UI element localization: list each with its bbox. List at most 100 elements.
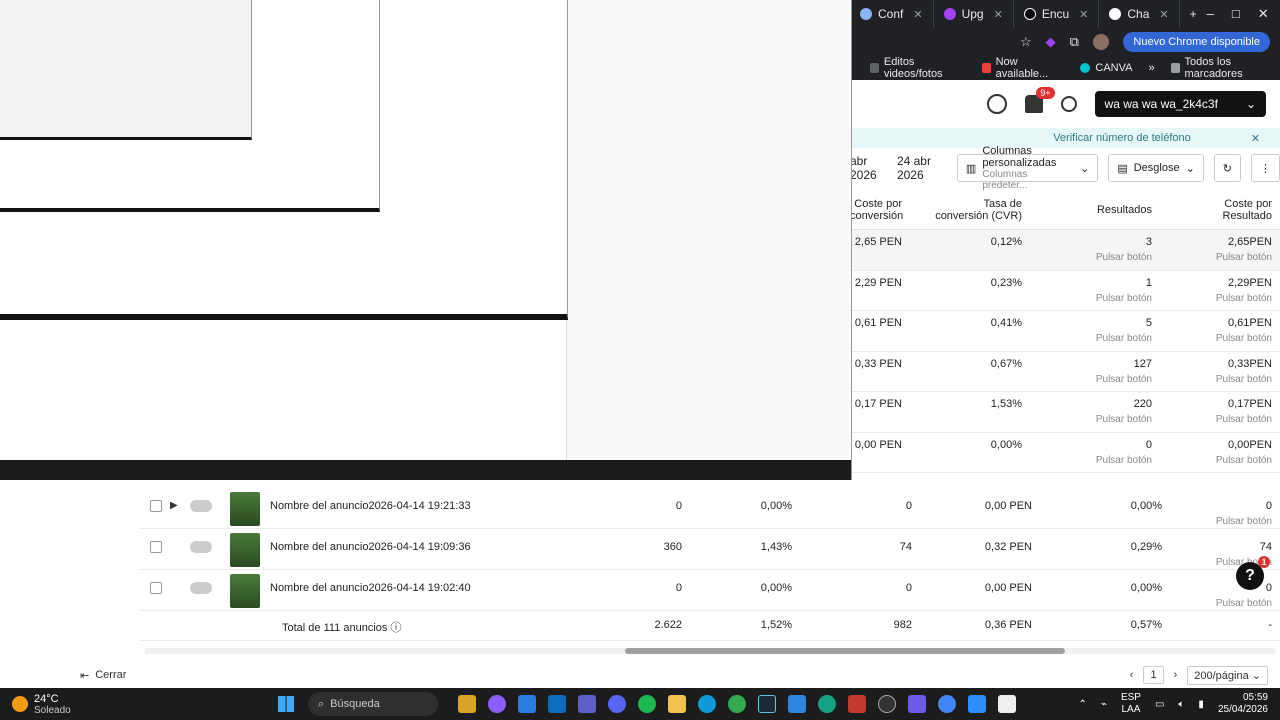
folder-icon[interactable] — [668, 695, 686, 713]
refresh-button[interactable]: ↻ — [1213, 154, 1242, 182]
obs-icon[interactable] — [878, 695, 896, 713]
taskbar-search[interactable]: ⌕ Búsqueda — [308, 692, 438, 716]
ad-name[interactable]: Nombre del anuncio2026-04-14 19:02:40 — [270, 582, 580, 594]
col-header-cost-per-result[interactable]: Coste por Resultado — [1160, 198, 1280, 222]
bookmark-item[interactable]: CANVA — [1080, 62, 1133, 74]
vpn-icon[interactable] — [788, 695, 806, 713]
ad-toggle[interactable] — [190, 541, 212, 553]
info-icon[interactable]: ⓘ — [390, 622, 401, 634]
tab-conf[interactable]: Conf ✕ — [850, 0, 934, 28]
table-row[interactable]: 0,17 PEN 1,53% 220 Pulsar botón 0,17PEN Pulsa… — [850, 392, 1280, 433]
ad-name[interactable]: Nombre del anuncio2026-04-14 19:21:33 — [270, 500, 580, 512]
new-tab-button[interactable]: + — [1180, 0, 1207, 28]
table-row[interactable]: 2,29 PEN 0,23% 1 Pulsar botón 2,29PEN Pulsar … — [850, 271, 1280, 311]
ad-row[interactable]: Nombre del anuncio2026-04-14 19:02:40 0 0,… — [140, 570, 1280, 611]
more-options-button[interactable]: ⋮ — [1251, 154, 1280, 182]
ad-toggle[interactable] — [190, 500, 212, 512]
date-range-end[interactable]: 24 abr 2026 — [897, 154, 947, 182]
system-tray: ⌃ ⌁ ESP LAA ▭ 🔈︎ ▮ 05:59 25/04/2026 — [1079, 692, 1280, 716]
table-row[interactable]: 0,00 PEN 0,00% 0 Pulsar botón 0,00PEN Pulsar … — [850, 433, 1280, 473]
notification-icon[interactable]: 9+ — [1024, 87, 1055, 113]
bluetooth-icon[interactable]: ⌁ — [1101, 699, 1107, 710]
close-button[interactable]: ⇤ Cerrar — [80, 669, 126, 682]
page-number[interactable]: 1 — [1143, 666, 1164, 684]
expand-caret-icon[interactable]: ▶ — [170, 500, 190, 511]
zoom-icon[interactable] — [968, 695, 986, 713]
tab-cha[interactable]: Cha ✕ — [1099, 0, 1180, 28]
discord-icon[interactable] — [608, 695, 626, 713]
recorder-icon[interactable] — [848, 695, 866, 713]
edge-dev-icon[interactable] — [818, 695, 836, 713]
ad-row[interactable]: Nombre del anuncio2026-04-14 19:09:36 360… — [140, 529, 1280, 570]
ad-thumbnail[interactable] — [230, 533, 260, 567]
maximize-button[interactable]: □ — [1232, 6, 1240, 22]
minimize-button[interactable]: – — [1207, 6, 1214, 22]
table-row[interactable]: 2,65 PEN 0,12% 3 Pulsar botón 2,65PEN Pulsar … — [850, 230, 1280, 271]
chrome-icon[interactable] — [728, 695, 746, 713]
close-icon[interactable]: ✕ — [913, 8, 922, 21]
col-header-cvr[interactable]: Tasa de conversión (CVR) — [910, 198, 1030, 222]
chrome-update-button[interactable]: Nuevo Chrome disponible — [1123, 32, 1270, 52]
ad-thumbnail[interactable] — [230, 574, 260, 608]
network-icon[interactable]: ▭ — [1155, 699, 1164, 710]
ad-name[interactable]: Nombre del anuncio2026-04-14 19:09:36 — [270, 541, 580, 553]
puzzle-icon[interactable]: ⧉ — [1070, 34, 1079, 50]
canva-icon — [1080, 63, 1091, 73]
calculator-icon[interactable] — [908, 695, 926, 713]
chrome-profile-icon[interactable] — [938, 695, 956, 713]
ad-thumbnail[interactable] — [230, 492, 260, 526]
bookmark-item[interactable]: Now available... — [981, 56, 1065, 80]
tab-upg[interactable]: Upg ✕ — [934, 0, 1014, 28]
col-header-cost-per-conversion[interactable]: Coste por conversión — [850, 198, 910, 222]
extension-icon[interactable]: ◆ — [1046, 34, 1056, 50]
row-checkbox[interactable] — [150, 500, 162, 512]
col-header-results[interactable]: Resultados — [1030, 204, 1160, 216]
steam-icon[interactable] — [758, 695, 776, 713]
columns-dropdown[interactable]: ▥ Columnas personalizadas Columnas predete… — [956, 145, 1099, 191]
file-explorer-icon[interactable] — [458, 695, 476, 713]
star-icon[interactable]: ☆ — [1020, 34, 1032, 50]
scrollbar-thumb[interactable] — [625, 648, 1065, 654]
teams-icon[interactable] — [578, 695, 596, 713]
help-chat-button[interactable]: ? 1 — [1236, 556, 1270, 590]
spotify-icon[interactable] — [638, 695, 656, 713]
horizontal-scrollbar[interactable] — [145, 648, 1275, 654]
next-page-icon[interactable]: › — [1174, 669, 1178, 681]
edge-icon[interactable] — [698, 695, 716, 713]
account-selector[interactable]: wa wa wa wa_2k4c3f ⌄ — [1094, 91, 1266, 117]
chevron-up-icon[interactable]: ⌃ — [1079, 699, 1087, 710]
weather-widget[interactable]: 24°C Soleado — [0, 693, 260, 716]
windows-start-icon[interactable] — [278, 696, 294, 712]
language-indicator[interactable]: ESP LAA — [1121, 692, 1141, 716]
volume-icon[interactable]: 🔈︎ — [1178, 699, 1184, 710]
all-bookmarks-folder[interactable]: Todos los marcadores — [1170, 56, 1280, 80]
copilot-icon[interactable] — [488, 695, 506, 713]
verify-phone-link[interactable]: Verificar número de teléfono — [1053, 132, 1191, 144]
bookmark-item[interactable]: Editos videos/fotos — [870, 56, 966, 80]
profile-avatar[interactable] — [1092, 34, 1109, 50]
help-icon[interactable] — [1060, 96, 1077, 112]
ad-toggle[interactable] — [190, 582, 212, 594]
per-page-select[interactable]: 200/página ⌄ — [1187, 665, 1268, 685]
row-checkbox[interactable] — [150, 541, 162, 553]
search-icon[interactable] — [986, 94, 1007, 114]
battery-icon[interactable]: ▮ — [1198, 699, 1204, 710]
row-checkbox[interactable] — [150, 582, 162, 594]
breakdown-dropdown[interactable]: ▤ Desglose ⌄ — [1108, 154, 1204, 182]
table-row[interactable]: 0,61 PEN 0,41% 5 Pulsar botón 0,61PEN Pulsar … — [850, 311, 1280, 352]
close-icon[interactable]: ✕ — [1251, 132, 1260, 145]
clock[interactable]: 05:59 25/04/2026 — [1218, 692, 1268, 716]
close-icon[interactable]: ✕ — [1079, 8, 1088, 21]
close-window-button[interactable]: ✕ — [1258, 6, 1269, 22]
notes-icon[interactable] — [998, 695, 1016, 713]
prev-page-icon[interactable]: ‹ — [1130, 669, 1134, 681]
tab-encu[interactable]: Encu ✕ — [1014, 0, 1100, 28]
store-icon[interactable] — [518, 695, 536, 713]
ad-row[interactable]: ▶ Nombre del anuncio2026-04-14 19:21:33 0 0… — [140, 488, 1280, 529]
close-icon[interactable]: ✕ — [1159, 8, 1168, 21]
close-icon[interactable]: ✕ — [994, 8, 1003, 21]
more-bookmarks-icon[interactable]: » — [1149, 62, 1155, 74]
date-range-start[interactable]: abr 2026 — [850, 154, 887, 182]
mail-icon[interactable] — [548, 695, 566, 713]
table-row[interactable]: 0,33 PEN 0,67% 127 Pulsar botón 0,33PEN Pulsa… — [850, 352, 1280, 392]
